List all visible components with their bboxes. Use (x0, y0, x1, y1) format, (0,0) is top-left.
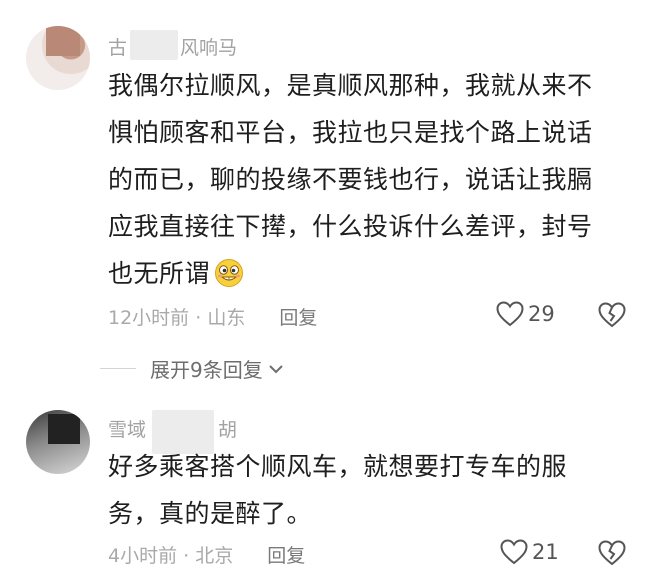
divider (100, 368, 136, 369)
heart-icon (496, 301, 524, 327)
comment-line: 务，真的是醉了。 (108, 499, 313, 528)
broken-heart-icon[interactable] (598, 540, 626, 566)
comment-meta: 4小时前 · 北京 回复 (108, 541, 305, 568)
username-suffix[interactable]: 风响马 (180, 33, 237, 60)
grinning-teeth-emoji-icon (215, 259, 244, 287)
comment-time: 12小时前 (108, 307, 190, 329)
comment-line: 应我直接往下撵，什么投诉什么差评，封号 (108, 212, 593, 241)
meta-separator: · (195, 307, 202, 329)
expand-replies-button[interactable]: 展开9条回复 (100, 354, 285, 383)
avatar[interactable] (26, 410, 90, 474)
heart-icon (500, 539, 528, 565)
like-button[interactable]: 29 (496, 301, 555, 327)
comment-line: 的而已，聊的投缘不要钱也行，说话让我膈 (108, 165, 593, 194)
username-suffix[interactable]: 胡 (218, 415, 237, 442)
redaction-mask (130, 30, 178, 60)
meta-separator: · (183, 545, 190, 567)
chevron-down-icon (269, 364, 283, 373)
reply-button[interactable]: 回复 (267, 545, 305, 567)
username-prefix[interactable]: 古 (108, 33, 127, 60)
comment-list: 古 风响马 我偶尔拉顺风，是真顺风那种，我就从来不 惧怕顾客和平台，我拉也只是找… (0, 0, 660, 582)
comment-line-last: 也无所谓 (108, 250, 628, 297)
avatar[interactable] (26, 26, 90, 90)
comment-text: 我偶尔拉顺风，是真顺风那种，我就从来不 惧怕顾客和平台，我拉也只是找个路上说话 … (108, 62, 628, 297)
comment-line: 我偶尔拉顺风，是真顺风那种，我就从来不 (108, 71, 593, 100)
username-prefix[interactable]: 雪域 (108, 415, 146, 442)
comment-line: 惧怕顾客和平台，我拉也只是找个路上说话 (108, 118, 593, 147)
broken-heart-icon[interactable] (598, 302, 626, 328)
like-button[interactable]: 21 (500, 539, 559, 565)
reply-button[interactable]: 回复 (279, 307, 317, 329)
like-count: 29 (528, 302, 555, 326)
like-count: 21 (532, 540, 559, 564)
expand-replies-label: 展开9条回复 (150, 358, 263, 382)
comment-meta: 12小时前 · 山东 回复 (108, 303, 317, 330)
comment-time: 4小时前 (108, 545, 178, 567)
comment-location: 北京 (195, 545, 234, 567)
comment-line: 好多乘客搭个顺风车，就想要打专车的服 (108, 452, 568, 481)
comment-line: 也无所谓 (108, 259, 211, 288)
comment-location: 山东 (207, 307, 246, 329)
comment-text: 好多乘客搭个顺风车，就想要打专车的服 务，真的是醉了。 (108, 443, 628, 537)
